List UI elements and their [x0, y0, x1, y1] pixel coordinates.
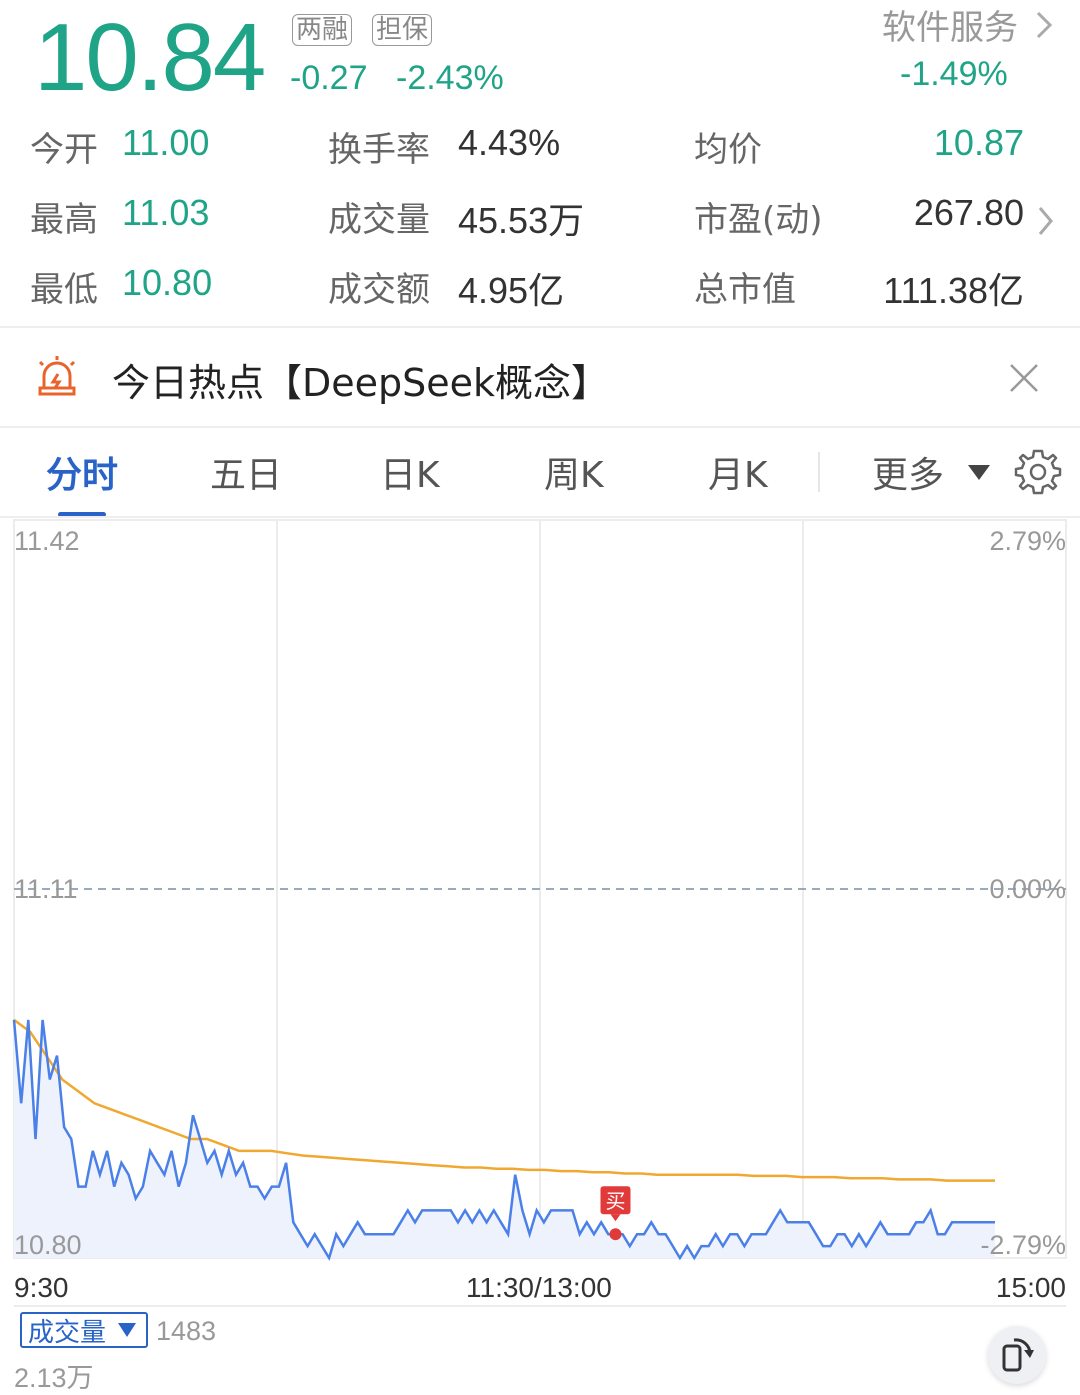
sector-change: -1.49%	[900, 55, 1008, 93]
volume-selector-label: 成交量	[28, 1317, 107, 1348]
rotate-screen-button[interactable]	[988, 1326, 1046, 1384]
stat-open-label: 今开	[30, 130, 98, 170]
stat-amount-label: 成交额	[328, 270, 430, 310]
stat-low-value: 10.80	[122, 262, 213, 303]
gear-icon[interactable]	[1014, 448, 1062, 496]
y-right-bottom-label: -2.79%	[980, 1230, 1066, 1260]
tab-more[interactable]: 更多	[872, 446, 992, 498]
stat-open-value: 11.00	[122, 122, 210, 163]
time-mid-label: 11:30/13:00	[466, 1272, 612, 1303]
volume-value: 1483	[156, 1316, 217, 1346]
tab-weekly-k[interactable]: 周K	[544, 446, 604, 498]
y-left-top-label: 11.42	[14, 526, 80, 556]
divider	[0, 426, 1080, 428]
tab-monthly-k[interactable]: 月K	[708, 446, 768, 498]
margin-tag: 两融	[292, 14, 353, 46]
price-area-fill	[14, 1019, 995, 1258]
tab-intraday[interactable]: 分时	[46, 446, 118, 498]
stat-mktcap-label: 总市值	[694, 270, 796, 310]
volume-axis-label: 2.13万	[14, 1363, 94, 1393]
stat-turnover-label: 换手率	[328, 130, 430, 170]
y-left-bottom-label: 10.80	[14, 1230, 82, 1260]
dropdown-arrow-icon	[118, 1323, 137, 1337]
hot-topic-banner[interactable]: 今日热点【DeepSeek概念】	[0, 328, 1080, 426]
stat-pe-value[interactable]: 267.80	[914, 192, 1024, 234]
y-left-mid-label: 11.11	[14, 874, 78, 904]
average-price-line	[13, 1018, 995, 1182]
dropdown-arrow-icon	[968, 465, 991, 480]
sector-link[interactable]: 软件服务	[882, 0, 1056, 49]
stat-amount-value: 4.95亿	[458, 270, 565, 311]
stat-high-label: 最高	[30, 200, 98, 240]
price-change-pct: -2.43%	[396, 59, 504, 97]
stat-avg-value: 10.87	[933, 122, 1024, 163]
hot-topic-text: 今日热点【DeepSeek概念】	[112, 361, 610, 405]
stat-high-value: 11.03	[122, 192, 210, 233]
chevron-right-icon	[1036, 11, 1053, 38]
current-price: 10.84	[34, 4, 266, 111]
buy-marker-pointer	[610, 1214, 621, 1222]
time-close-label: 15:00	[995, 1272, 1066, 1303]
buy-marker-label: 买	[605, 1189, 625, 1213]
stat-pe-label: 市盈(动)	[694, 200, 823, 240]
stat-mktcap-value: 111.38亿	[883, 270, 1024, 311]
tab-daily-k[interactable]: 日K	[380, 446, 440, 498]
close-icon[interactable]	[1008, 362, 1040, 394]
price-change: -0.27	[290, 59, 368, 97]
collateral-tag: 担保	[372, 14, 433, 46]
tab-five-day[interactable]: 五日	[210, 446, 282, 498]
intraday-chart[interactable]: 买	[0, 518, 1080, 1308]
pe-chevron-icon[interactable]	[1036, 204, 1056, 238]
sector-name: 软件服务	[882, 8, 1018, 48]
alarm-icon	[38, 356, 76, 396]
buy-point	[609, 1228, 622, 1241]
stat-turnover-value: 4.43%	[458, 122, 561, 163]
y-right-top-label: 2.79%	[989, 526, 1066, 556]
stat-volume-value: 45.53万	[458, 200, 585, 241]
tab-more-label: 更多	[872, 455, 945, 496]
y-right-mid-label: 0.00%	[989, 874, 1066, 904]
volume-selector[interactable]: 成交量	[20, 1312, 148, 1348]
stat-avg-label: 均价	[694, 130, 762, 170]
tab-separator	[818, 452, 820, 492]
rotate-icon	[1002, 1338, 1034, 1372]
stat-low-label: 最低	[30, 270, 98, 310]
stat-volume-label: 成交量	[328, 200, 430, 240]
time-open-label: 9:30	[14, 1272, 69, 1303]
